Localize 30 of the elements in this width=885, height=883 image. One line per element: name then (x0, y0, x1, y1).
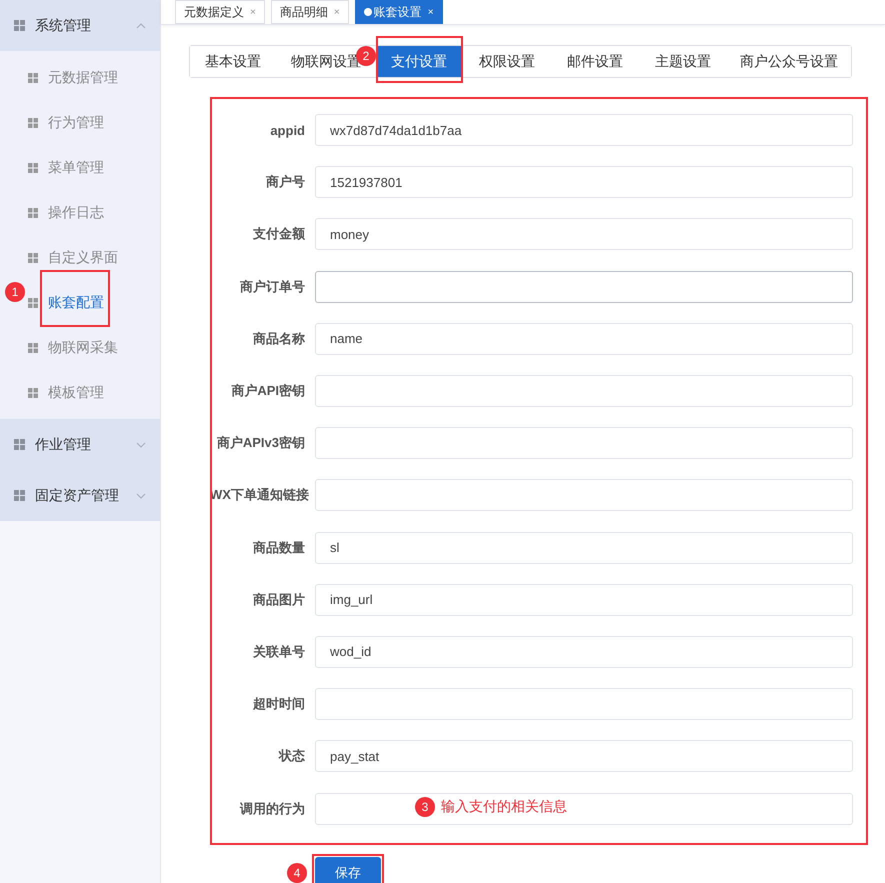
field-label: 商户API密钥 (230, 382, 306, 400)
field-label: 商户订单号 (239, 278, 306, 296)
menu-item-label: 模板管理 (48, 382, 104, 402)
field-label: 商户号 (265, 173, 306, 192)
field-label: 商品名称 (252, 330, 306, 348)
menu-group-label: 系统管理 (35, 16, 92, 34)
step-badge: 1 (5, 282, 25, 302)
field-label: 商品数量 (252, 538, 306, 557)
field-label: 调用的行为 (238, 800, 306, 818)
menu-item-label: 物联网采集 (48, 338, 118, 356)
menu-item-label: 自定义界面 (48, 248, 118, 266)
menu-group-label: 固定资产管理 (35, 486, 120, 504)
menu-item-label: 元数据管理 (48, 68, 118, 86)
menu-item-label: 账套配置 (48, 292, 104, 312)
page-tab-label: 账套设置 (374, 4, 422, 20)
field-label: appid (269, 122, 306, 138)
menu-group-label: 作业管理 (35, 436, 92, 454)
field-label: 支付金额 (252, 225, 306, 244)
page-tab-label: 元数据定义 (184, 4, 244, 20)
page-tab-label: 商品明细 (280, 4, 328, 20)
menu-item-label: 菜单管理 (48, 158, 104, 176)
menu-item-label: 操作日志 (48, 202, 104, 222)
menu-item-label: 行为管理 (48, 112, 104, 132)
field-label: 商品图片 (252, 590, 306, 609)
field-label: 超时时间 (252, 695, 306, 714)
field-label: 商户APIv3密钥 (216, 434, 306, 452)
field-label: 关联单号 (252, 642, 306, 661)
field-label: 状态 (277, 747, 306, 766)
step-badge: 4 (287, 862, 307, 883)
annotation-text: 输入支付的相关信息 (441, 798, 567, 816)
